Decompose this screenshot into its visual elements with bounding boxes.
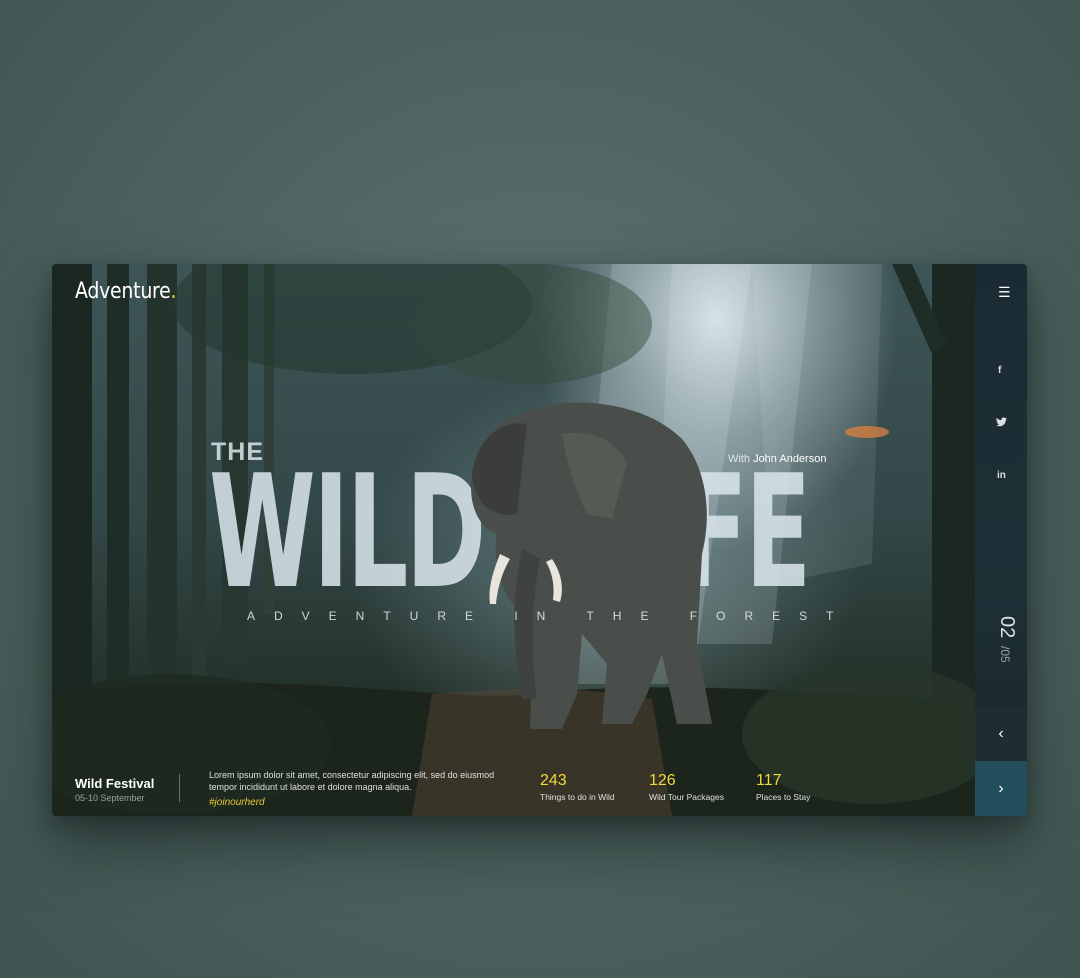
stat-things-to-do[interactable]: 243 Things to do in Wild [540,772,615,802]
next-slide-button[interactable]: › [975,761,1027,816]
hero-subtitle: ADVENTURE IN THE FOREST [247,609,853,623]
slide-total: /05 [998,646,1012,663]
chevron-left-icon: ‹ [998,724,1004,742]
slide-counter: 02 /05 [990,616,1020,676]
chevron-right-icon: › [998,779,1004,797]
stat-label: Wild Tour Packages [649,792,724,802]
twitter-icon[interactable] [996,417,1007,430]
slide-current: 02 [996,616,1018,639]
linkedin-icon[interactable]: in [997,470,1006,481]
stat-value: 126 [649,772,676,789]
stat-label: Things to do in Wild [540,792,615,802]
event-description: Lorem ipsum dolor sit amet, consectetur … [209,770,495,792]
stat-value: 117 [756,772,782,789]
stat-places-to-stay[interactable]: 117 Places to Stay [756,772,810,802]
facebook-icon[interactable]: f [998,365,1001,376]
stat-label: Places to Stay [756,792,811,802]
divider [179,774,180,802]
prev-slide-button[interactable]: ‹ [975,706,1027,761]
stat-value: 243 [540,772,567,789]
event-date: 05-10 September [75,793,145,803]
brand-logo[interactable]: Adventure. [75,279,177,304]
event-title: Wild Festival [75,776,155,791]
elephant-illustration [471,402,712,729]
hashtag-link[interactable]: #joinourherd [209,797,265,808]
hero-card: Adventure. THE With John Anderson WILD L… [52,264,1027,816]
menu-icon[interactable]: ☰ [998,284,1011,301]
stat-tour-packages[interactable]: 126 Wild Tour Packages [649,772,724,802]
